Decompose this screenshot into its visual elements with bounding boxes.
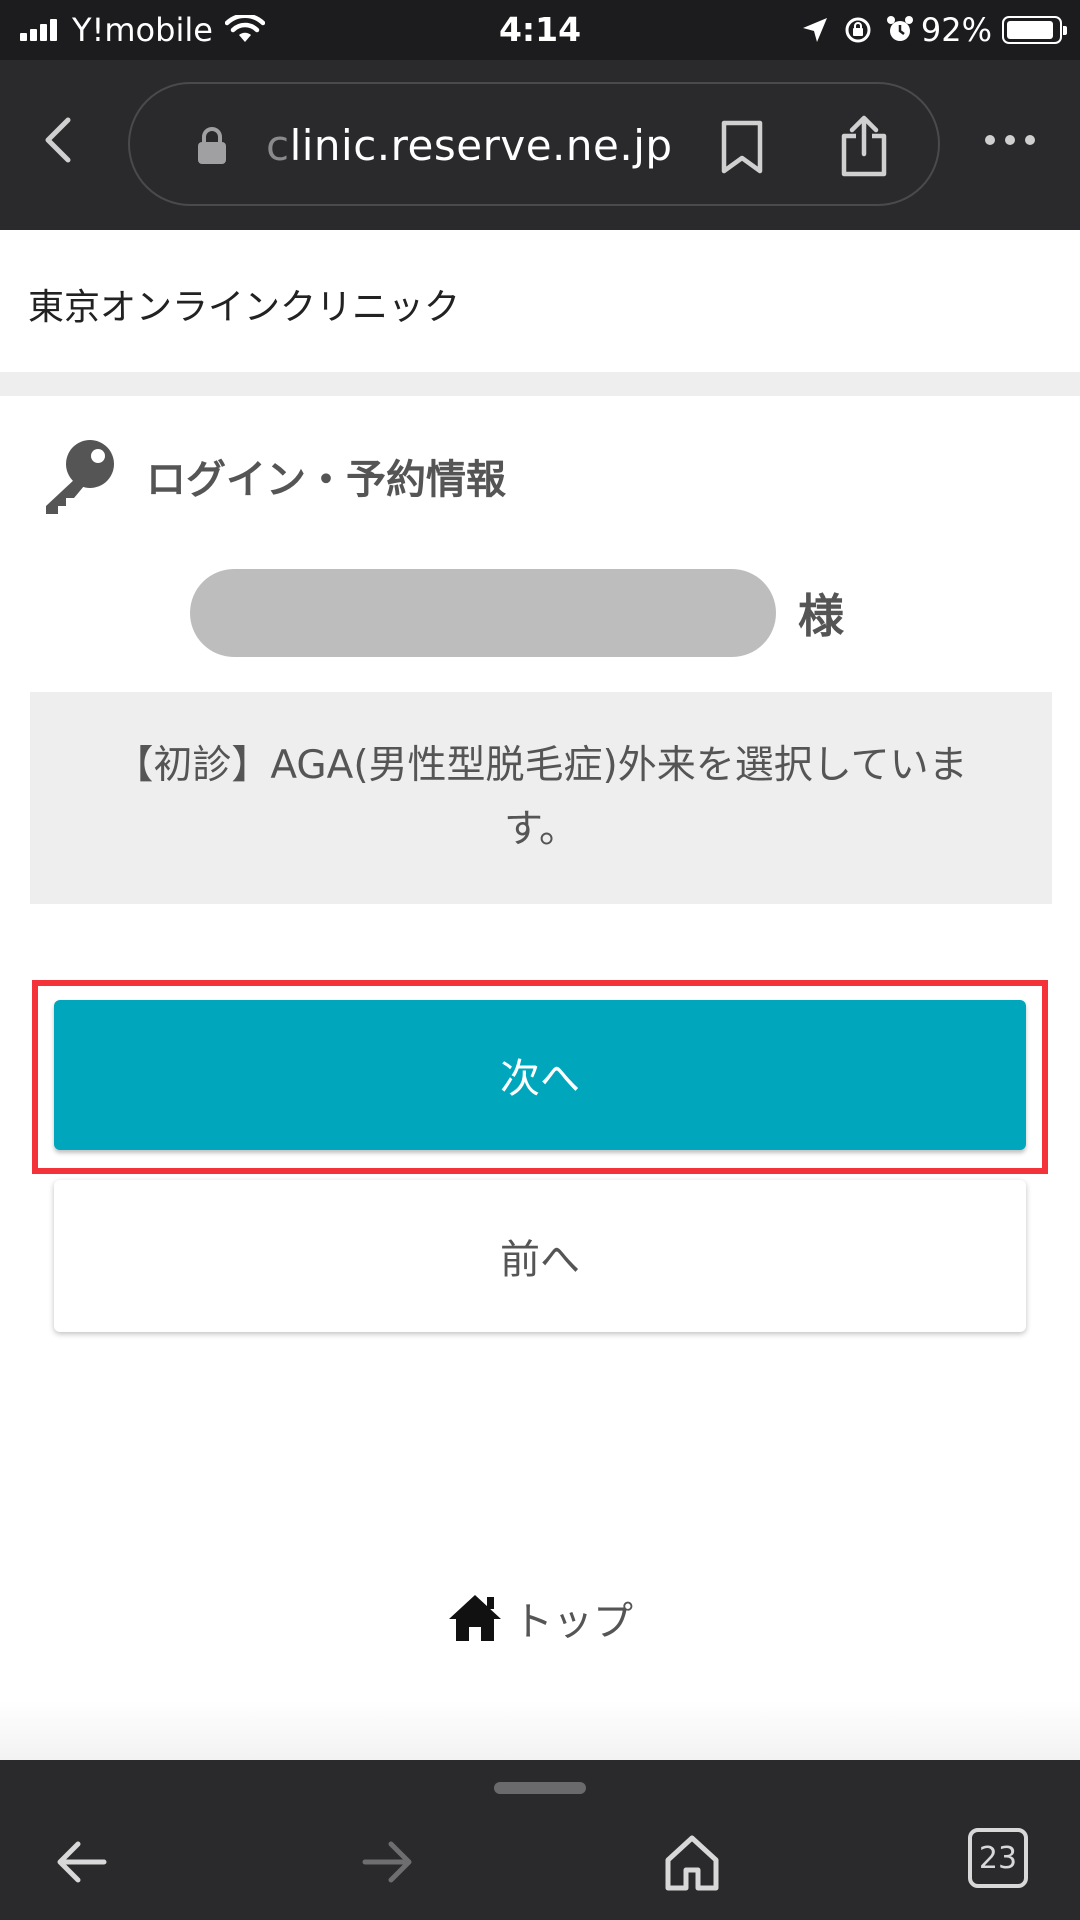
orientation-lock-icon [845,17,871,43]
back-chevron-icon[interactable] [30,110,90,170]
url-text: clinic.reserve.ne.jp [266,114,673,178]
patient-name-redacted [190,569,776,657]
patient-name-row: 様 [190,568,844,658]
name-honorific: 様 [798,589,844,643]
top-link-label: トップ [513,1599,633,1645]
location-arrow-icon [802,18,827,42]
selection-info-box: 【初診】AGA(男性型脱毛症)外来を選択しています。 [30,692,1052,904]
prev-button[interactable]: 前へ [54,1180,1026,1332]
selection-info-text: 【初診】AGA(男性型脱毛症)外来を選択しています。 [114,743,968,852]
content-bottom-shade [0,1700,1080,1760]
grab-handle[interactable] [494,1782,586,1794]
header-divider [0,372,1080,396]
section-title: ログイン・予約情報 [146,457,506,503]
alarm-icon [886,16,913,41]
battery-percent: 92% [920,11,992,49]
browser-bottom-toolbar: 23 [0,1760,1080,1920]
url-text-faded: c [266,121,290,170]
bookmark-icon[interactable] [718,120,766,174]
top-link[interactable]: トップ [0,1588,1080,1648]
home-button-icon[interactable] [660,1830,724,1894]
share-icon[interactable] [838,114,890,178]
key-icon [46,440,114,514]
site-header: 東京オンラインクリニック [0,230,1080,372]
more-icon[interactable] [980,120,1040,160]
browser-address-bar: clinic.reserve.ne.jp [0,60,1080,230]
site-title[interactable]: 東京オンラインクリニック [28,278,460,330]
section-heading: ログイン・予約情報 [40,436,506,516]
next-button[interactable]: 次へ [54,1000,1026,1150]
tab-count-button[interactable]: 23 [968,1828,1028,1888]
forward-arrow-icon[interactable] [355,1830,419,1894]
status-right: 92% [801,8,1067,52]
back-arrow-icon[interactable] [50,1830,114,1894]
lock-icon [198,127,226,164]
battery-level-fill [1007,21,1053,39]
status-bar: Y!mobile 4:14 92% [0,0,1080,60]
home-icon [449,1595,501,1641]
battery-icon [1002,16,1067,44]
url-text-main: linic.reserve.ne.jp [289,121,673,170]
url-field[interactable]: clinic.reserve.ne.jp [128,82,940,206]
